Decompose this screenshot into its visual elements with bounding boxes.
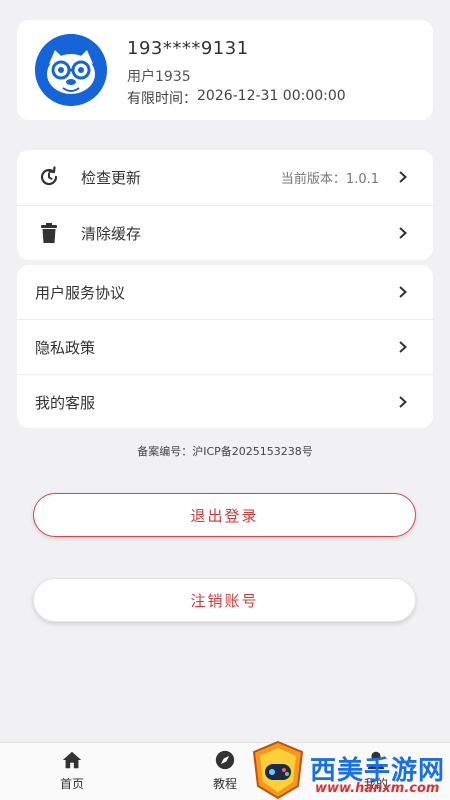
chevron-right-icon [399, 341, 407, 353]
user-agreement-label: 用户服务协议 [35, 283, 126, 302]
home-icon [62, 751, 82, 769]
expire-value: 2026-12-31 00:00:00 [197, 88, 346, 104]
links-group: 用户服务协议 隐私政策 我的客服 [17, 265, 433, 428]
watermark-url: www.hanxm.com [315, 781, 440, 796]
current-version: 当前版本：1.0.1 [280, 171, 379, 187]
tab-home-label: 首页 [59, 777, 84, 791]
avatar[interactable] [35, 34, 107, 106]
check-update-label: 检查更新 [81, 168, 142, 187]
user-name: 用户1935 [127, 69, 191, 85]
refresh-icon [40, 166, 58, 186]
chevron-right-icon [399, 227, 407, 239]
expire-time: 有限时间： 2026-12-31 00:00:00 [127, 88, 346, 108]
icp-record: 备案编号：沪ICP备2025153238号 [137, 445, 313, 458]
profile-card[interactable]: 193****9131 用户1935 有限时间： 2026-12-31 00:0… [17, 20, 433, 120]
trash-icon [41, 223, 57, 243]
customer-service-row[interactable]: 我的客服 [17, 375, 433, 429]
compass-icon [215, 750, 235, 770]
user-agreement-row[interactable]: 用户服务协议 [17, 265, 433, 319]
clear-cache-row[interactable]: 清除缓存 [17, 206, 433, 260]
cancel-account-button[interactable]: 注销账号 [33, 578, 416, 622]
tab-home[interactable]: 首页 [36, 743, 108, 800]
check-update-row[interactable]: 检查更新 当前版本：1.0.1 [17, 150, 433, 204]
chevron-right-icon [399, 396, 407, 408]
chevron-right-icon [399, 171, 407, 183]
user-phone: 193****9131 [127, 38, 249, 59]
privacy-policy-label: 隐私政策 [35, 338, 96, 357]
expire-label: 有限时间： [127, 91, 197, 107]
clear-cache-label: 清除缓存 [81, 224, 142, 243]
privacy-policy-row[interactable]: 隐私政策 [17, 320, 433, 374]
customer-service-label: 我的客服 [35, 393, 96, 412]
chevron-right-icon [399, 286, 407, 298]
settings-group: 检查更新 当前版本：1.0.1 清除缓存 [17, 150, 433, 260]
watermark-logo-icon [252, 740, 304, 800]
raccoon-avatar-icon [35, 34, 107, 106]
logout-button[interactable]: 退出登录 [33, 493, 416, 537]
